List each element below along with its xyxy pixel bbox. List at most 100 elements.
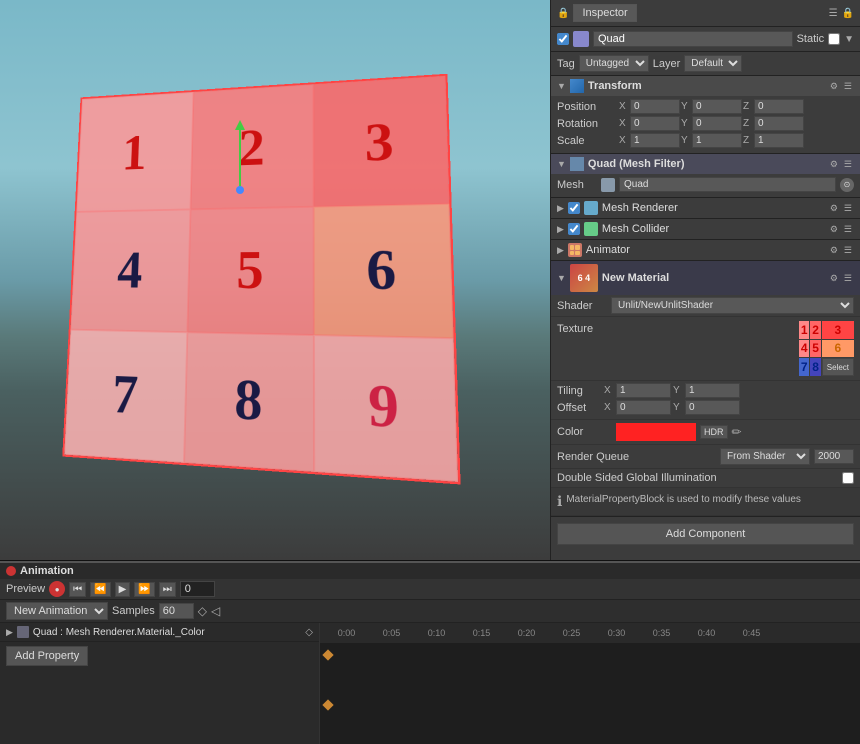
double-sided-checkbox[interactable] — [842, 472, 854, 484]
animation-record-button[interactable]: ● — [49, 581, 65, 597]
animation-track-item[interactable]: ▶ Quad : Mesh Renderer.Material._Color ◇ — [0, 623, 319, 642]
tick-0: 0:00 — [324, 628, 369, 638]
add-property-button[interactable]: Add Property — [6, 646, 88, 666]
inspector-panel: 🔒 Inspector ☰ 🔒 Static ▼ Tag — [550, 0, 860, 560]
eyedropper-icon[interactable]: ✏ — [732, 425, 742, 439]
mat-settings-icon[interactable]: ⚙ — [828, 273, 840, 284]
mr-menu-icon[interactable]: ☰ — [842, 203, 854, 214]
rot-y-input[interactable] — [692, 116, 742, 131]
mc-active-checkbox[interactable] — [568, 223, 580, 235]
scale-y-input[interactable] — [692, 133, 742, 148]
add-component-button[interactable]: Add Component — [557, 523, 854, 545]
anim-step-start-button[interactable]: ⏮ — [69, 582, 86, 597]
timeline-body[interactable] — [320, 643, 860, 744]
pos-y-input[interactable] — [692, 99, 742, 114]
rotation-row: Rotation X Y Z — [557, 116, 854, 131]
transform-settings-icon[interactable]: ⚙ — [828, 81, 840, 92]
offset-x-coord: X — [604, 400, 671, 415]
quad-mesh-filter-header[interactable]: ▼ Quad (Mesh Filter) ⚙ ☰ — [551, 154, 860, 174]
qmf-settings-icon[interactable]: ⚙ — [828, 159, 840, 170]
anim-play-button[interactable]: ▶ — [115, 582, 131, 597]
samples-input[interactable] — [159, 603, 194, 619]
tex-cell-8: 8 — [810, 358, 820, 376]
render-queue-dropdown[interactable]: From Shader — [720, 448, 810, 465]
animation-counter-input[interactable] — [180, 581, 215, 597]
qmf-menu-icon[interactable]: ☰ — [842, 159, 854, 170]
mr-fold-arrow: ▶ — [557, 203, 564, 214]
mesh-select-circle-btn[interactable]: ⊙ — [840, 178, 854, 192]
scale-row: Scale X Y Z — [557, 133, 854, 148]
pos-z-input[interactable] — [754, 99, 804, 114]
tex-select-btn[interactable]: Select — [822, 358, 854, 376]
layer-dropdown[interactable]: Default — [684, 55, 742, 72]
top-section: 1 2 3 4 5 6 7 8 9 — [0, 0, 860, 560]
scale-label: Scale — [557, 135, 617, 147]
scale-z-input[interactable] — [754, 133, 804, 148]
keyframe-start[interactable] — [322, 649, 333, 660]
scale-x-label: X — [619, 135, 629, 146]
tiling-y-label: Y — [673, 385, 683, 396]
anim-step-forward-button[interactable]: ⏩ — [134, 582, 154, 597]
keyframe-end[interactable] — [322, 699, 333, 710]
animation-track-left: ▶ Quad : Mesh Renderer.Material._Color ◇… — [0, 623, 320, 744]
tex-cell-2: 2 — [810, 321, 820, 339]
scale-x-input[interactable] — [630, 133, 680, 148]
texture-label: Texture — [557, 321, 612, 335]
tiling-y-input[interactable] — [685, 383, 740, 398]
add-keyframe-icon[interactable]: ◇ — [198, 604, 207, 618]
mr-active-checkbox[interactable] — [568, 202, 580, 214]
inspector-lock-toggle[interactable]: 🔒 — [842, 8, 854, 19]
go-name-input[interactable] — [593, 31, 793, 47]
scene-view[interactable]: 1 2 3 4 5 6 7 8 9 — [0, 0, 550, 560]
tag-label: Tag — [557, 58, 575, 70]
animation-header: Animation — [0, 561, 860, 579]
animation-track-right[interactable]: 0:00 0:05 0:10 0:15 0:20 0:25 0:30 0:35 … — [320, 623, 860, 744]
animator-settings-icon[interactable]: ⚙ — [828, 245, 840, 256]
grid-cell-1: 1 — [76, 92, 193, 212]
mc-menu-icon[interactable]: ☰ — [842, 224, 854, 235]
animation-clip-dropdown[interactable]: New Animation — [6, 602, 108, 620]
track-type-icon — [17, 626, 29, 638]
anim-step-back-button[interactable]: ⏪ — [90, 582, 110, 597]
static-checkbox[interactable] — [828, 33, 840, 45]
mesh-value-input[interactable] — [619, 177, 836, 192]
tiling-x-input[interactable] — [616, 383, 671, 398]
transform-menu-icon[interactable]: ☰ — [842, 81, 854, 92]
rot-x-input[interactable] — [630, 116, 680, 131]
offset-x-input[interactable] — [616, 400, 671, 415]
shader-dropdown[interactable]: Unlit/NewUnlitShader — [611, 297, 854, 314]
inspector-tab-label: Inspector — [582, 7, 627, 19]
rot-z-input[interactable] — [754, 116, 804, 131]
transform-header[interactable]: ▼ Transform ⚙ ☰ — [551, 76, 860, 96]
mc-settings-icon[interactable]: ⚙ — [828, 224, 840, 235]
main-layout: 1 2 3 4 5 6 7 8 9 — [0, 0, 860, 744]
go-active-checkbox[interactable] — [557, 33, 569, 45]
scene-quad: 1 2 3 4 5 6 7 8 9 — [60, 80, 440, 460]
static-dropdown-arrow[interactable]: ▼ — [844, 34, 854, 45]
inspector-tab[interactable]: Inspector — [573, 4, 636, 22]
render-queue-value-input[interactable] — [814, 449, 854, 464]
mat-menu-icon[interactable]: ☰ — [842, 273, 854, 284]
animator-actions: ⚙ ☰ — [828, 245, 854, 256]
hdr-button[interactable]: HDR — [700, 425, 728, 439]
track-key-icon[interactable]: ◇ — [305, 627, 313, 638]
grid-cell-2: 2 — [190, 84, 314, 209]
scale-z-label: Z — [743, 135, 753, 146]
mr-settings-icon[interactable]: ⚙ — [828, 203, 840, 214]
texture-preview[interactable]: 1 2 3 4 5 6 7 8 Select — [799, 321, 854, 376]
record-keyframe-icon[interactable]: ◁ — [211, 604, 220, 618]
tag-dropdown[interactable]: Untagged — [579, 55, 649, 72]
animator-menu-icon[interactable]: ☰ — [842, 245, 854, 256]
render-queue-section: Render Queue From Shader — [551, 445, 860, 469]
material-section: ▼ 6 4 New Material ⚙ ☰ Shader Unlit/NewU… — [551, 261, 860, 517]
color-swatch[interactable] — [616, 423, 696, 441]
track-expand-icon: ▶ — [6, 627, 13, 638]
scene-canvas: 1 2 3 4 5 6 7 8 9 — [0, 0, 550, 560]
mc-fold-arrow: ▶ — [557, 224, 564, 235]
inspector-menu-icon[interactable]: ☰ — [829, 8, 838, 19]
anim-step-end-button[interactable]: ⏭ — [159, 582, 176, 597]
offset-x-label: X — [604, 402, 614, 413]
offset-y-input[interactable] — [685, 400, 740, 415]
tick-1: 0:05 — [369, 628, 414, 638]
pos-x-input[interactable] — [630, 99, 680, 114]
